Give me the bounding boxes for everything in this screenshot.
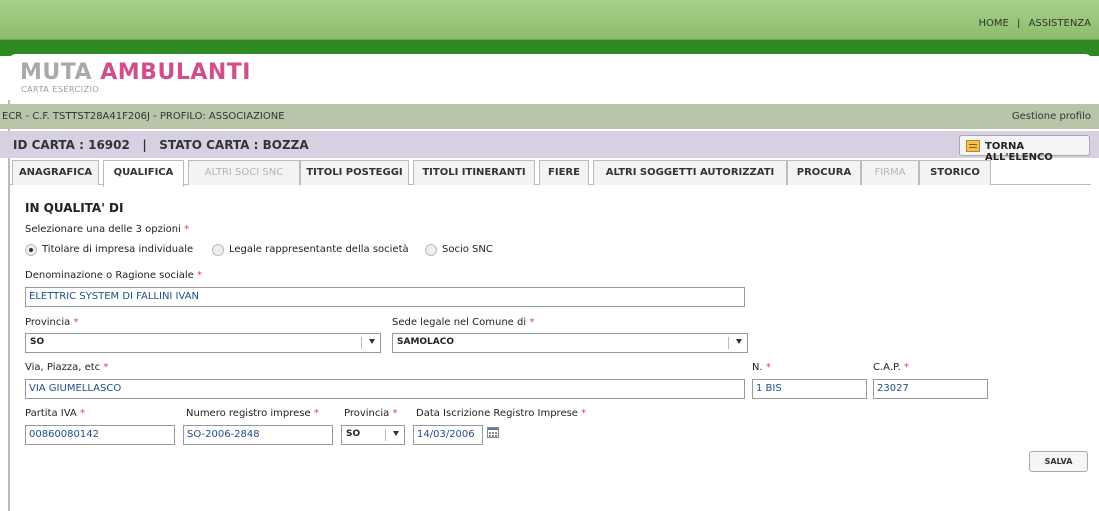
- sede-comune-select[interactable]: SAMOLACO: [392, 333, 748, 353]
- numero-input[interactable]: 1 BIS: [752, 379, 867, 399]
- provincia-registro-label-text: Provincia: [344, 408, 390, 419]
- tab-firma: FIRMA: [861, 160, 919, 185]
- sede-comune-select-value: SAMOLACO: [397, 337, 455, 347]
- chevron-down-icon: [736, 339, 742, 344]
- home-link[interactable]: HOME: [978, 18, 1008, 29]
- back-to-list-button[interactable]: TORNA ALL'ELENCO: [959, 135, 1090, 163]
- select-prompt-label: Selezionare una delle 3 opzioni *: [25, 224, 189, 235]
- tab-qualifica[interactable]: QUALIFICA: [103, 160, 184, 187]
- cap-label: C.A.P. *: [873, 362, 909, 373]
- help-link[interactable]: ASSISTENZA: [1029, 18, 1091, 29]
- select-divider: [728, 337, 729, 349]
- provincia-select-value: SO: [30, 337, 45, 347]
- data-iscrizione-label: Data Iscrizione Registro Imprese *: [416, 408, 586, 419]
- required-mark: *: [103, 362, 109, 373]
- provincia-registro-select[interactable]: SO: [341, 425, 405, 445]
- provincia-select[interactable]: SO: [25, 333, 381, 353]
- partita-iva-input[interactable]: 00860080142: [25, 425, 175, 445]
- top-bar: HOME | ASSISTENZA: [0, 0, 1099, 40]
- data-iscrizione-input[interactable]: 14/03/2006: [413, 425, 483, 445]
- via-label: Via, Piazza, etc *: [25, 362, 108, 373]
- data-iscrizione-label-text: Data Iscrizione Registro Imprese: [416, 408, 578, 419]
- tab-fiere[interactable]: FIERE: [539, 160, 589, 185]
- tab-anagrafica[interactable]: ANAGRAFICA: [12, 160, 99, 185]
- required-mark: *: [529, 317, 535, 328]
- cap-label-text: C.A.P.: [873, 362, 901, 373]
- radio-socio-snc-label: Socio SNC: [442, 244, 493, 255]
- required-mark: *: [197, 270, 203, 281]
- numero-label-text: N.: [752, 362, 763, 373]
- radio-titolare[interactable]: [25, 244, 37, 256]
- via-label-text: Via, Piazza, etc: [25, 362, 101, 373]
- section-title: IN QUALITA' DI: [25, 201, 124, 215]
- top-links: HOME | ASSISTENZA: [978, 18, 1091, 29]
- tab-altri-soggetti-autorizzati[interactable]: ALTRI SOGGETTI AUTORIZZATI: [593, 160, 787, 185]
- required-mark: *: [581, 408, 587, 419]
- denominazione-input[interactable]: ELETTRIC SYSTEM DI FALLINI IVAN: [25, 287, 745, 307]
- logo-part1: MUTA: [20, 60, 93, 85]
- select-prompt-text: Selezionare una delle 3 opzioni: [25, 224, 181, 235]
- radio-legale-rappresentante[interactable]: [212, 244, 224, 256]
- logo-subtitle: CARTA ESERCIZIO: [21, 85, 100, 94]
- required-mark: *: [184, 224, 190, 235]
- provincia-label-text: Provincia: [25, 317, 71, 328]
- registro-label-text: Numero registro imprese: [186, 408, 311, 419]
- card-bar: ID CARTA : 16902 | STATO CARTA : BOZZA: [0, 131, 1099, 158]
- via-input[interactable]: VIA GIUMELLASCO: [25, 379, 745, 399]
- required-mark: *: [392, 408, 398, 419]
- tab-titoli-itineranti[interactable]: TITOLI ITINERANTI: [413, 160, 535, 185]
- card-title: ID CARTA : 16902 | STATO CARTA : BOZZA: [13, 138, 309, 152]
- user-bar: ECR - C.F. TSTTST28A41F206J - PROFILO: A…: [0, 104, 1099, 129]
- tab-storico[interactable]: STORICO: [919, 160, 991, 185]
- numero-label: N. *: [752, 362, 771, 373]
- chevron-down-icon: [369, 339, 375, 344]
- denominazione-label-text: Denominazione o Ragione sociale: [25, 270, 194, 281]
- tab-titoli-posteggi[interactable]: TITOLI POSTEGGI: [300, 160, 409, 185]
- partita-iva-label-text: Partita IVA: [25, 408, 77, 419]
- partita-iva-label: Partita IVA *: [25, 408, 85, 419]
- user-info: ECR - C.F. TSTTST28A41F206J - PROFILO: A…: [2, 111, 285, 122]
- tab-bar: ANAGRAFICA QUALIFICA ALTRI SOCI SNC TITO…: [8, 158, 1091, 187]
- top-links-separator: |: [1017, 18, 1021, 29]
- select-divider: [361, 337, 362, 349]
- save-button[interactable]: SALVA: [1029, 451, 1088, 472]
- sede-comune-label: Sede legale nel Comune di *: [392, 317, 534, 328]
- tab-qualifica-label: QUALIFICA: [113, 167, 174, 178]
- app-logo[interactable]: MUTA AMBULANTI: [20, 60, 251, 85]
- select-divider: [385, 429, 386, 441]
- calendar-icon[interactable]: [487, 427, 499, 438]
- radio-socio-snc[interactable]: [425, 244, 437, 256]
- list-icon: [966, 140, 980, 152]
- radio-legale-rappresentante-label: Legale rappresentante della società: [229, 244, 409, 255]
- denominazione-label: Denominazione o Ragione sociale *: [25, 270, 202, 281]
- cap-input[interactable]: 23027: [873, 379, 988, 399]
- tab-procura[interactable]: PROCURA: [787, 160, 861, 185]
- required-mark: *: [73, 317, 79, 328]
- required-mark: *: [765, 362, 771, 373]
- provincia-label: Provincia *: [25, 317, 79, 328]
- logo-part2: AMBULANTI: [100, 60, 251, 85]
- required-mark: *: [313, 408, 319, 419]
- required-mark: *: [903, 362, 909, 373]
- sede-comune-label-text: Sede legale nel Comune di: [392, 317, 527, 328]
- registro-input[interactable]: SO-2006-2848: [183, 425, 333, 445]
- tab-altri-soci-snc: ALTRI SOCI SNC: [188, 160, 300, 185]
- provincia-registro-select-value: SO: [346, 429, 361, 439]
- profile-link[interactable]: Gestione profilo: [1012, 111, 1091, 122]
- radio-titolare-label: Titolare di impresa individuale: [42, 244, 194, 255]
- chevron-down-icon: [393, 431, 399, 436]
- registro-label: Numero registro imprese *: [186, 408, 319, 419]
- required-mark: *: [79, 408, 85, 419]
- provincia-registro-label: Provincia *: [344, 408, 398, 419]
